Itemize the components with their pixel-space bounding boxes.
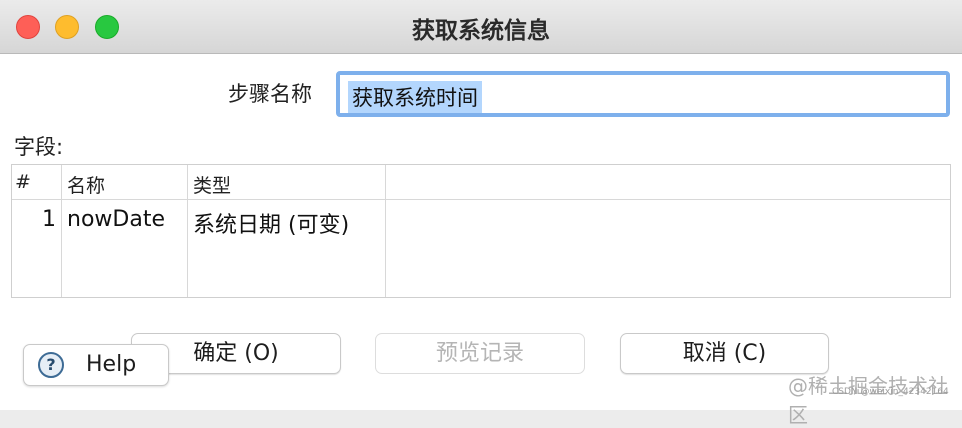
row-number-cell[interactable]: 1 [42,207,56,232]
step-name-value: 获取系统时间 [348,81,482,113]
help-question-icon: ? [38,352,64,378]
watermark-small: CSDN @weixin_42342164 [832,387,949,397]
title-bar: 获取系统信息 [0,0,962,54]
column-divider [61,165,62,297]
window-title: 获取系统信息 [412,18,550,44]
field-name-cell[interactable]: nowDate [67,207,165,232]
help-button[interactable]: ? Help [23,344,169,386]
column-header-number[interactable]: # [15,171,31,193]
column-header-type[interactable]: 类型 [193,171,231,198]
field-type-cell[interactable]: 系统日期 (可变) [193,207,349,239]
help-button-label: Help [86,352,137,377]
column-header-name[interactable]: 名称 [67,171,105,198]
step-name-label: 步骤名称 [228,82,312,106]
fields-label: 字段: [14,135,64,159]
column-divider [385,165,386,297]
cancel-button[interactable]: 取消 (C) [620,333,829,374]
step-name-input[interactable]: 获取系统时间 [336,71,950,117]
fields-table[interactable]: # 名称 类型 1 nowDate 系统日期 (可变) [11,164,951,298]
table-header [12,165,950,200]
preview-rows-button[interactable]: 预览记录 [375,333,585,374]
watermark: @稀土掘金技术社区 [788,374,948,427]
column-divider [187,165,188,297]
